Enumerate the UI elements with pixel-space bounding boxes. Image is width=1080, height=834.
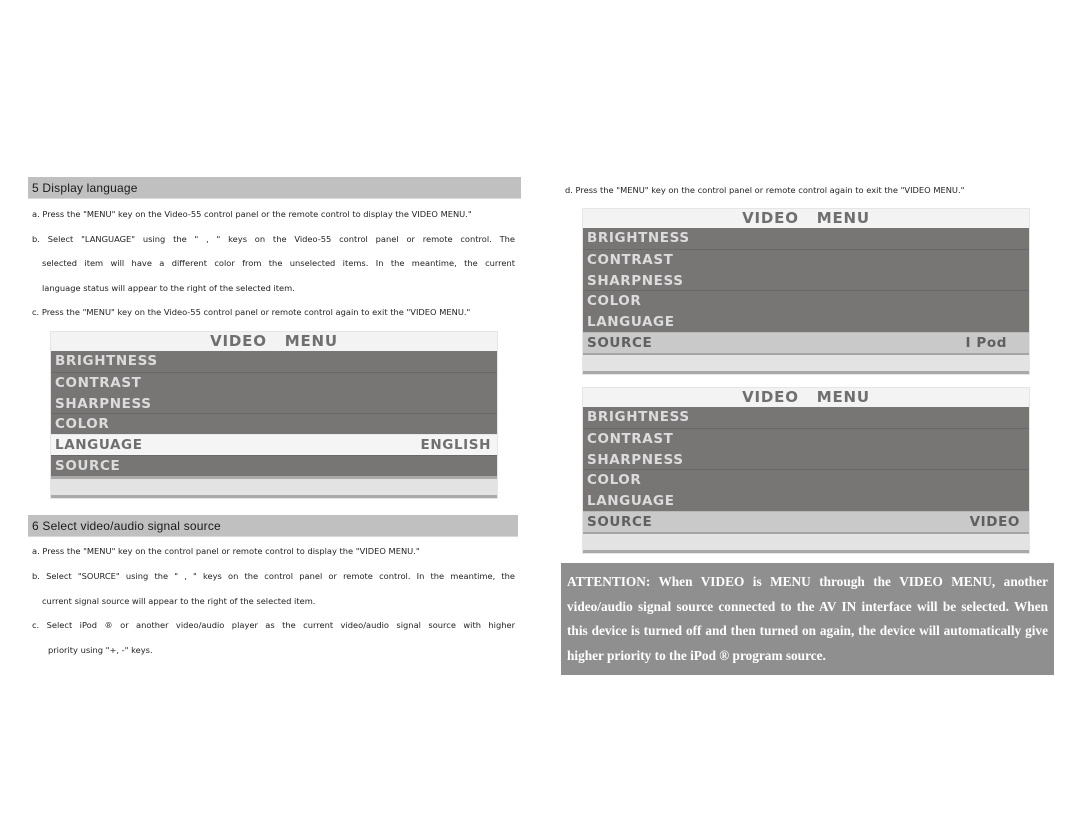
section-header-display-language: 5 Display language: [28, 177, 521, 199]
menu-item-sharpness[interactable]: SHARPNESS: [583, 269, 1029, 291]
step-c-line2-source: priority using "+, -" keys.: [48, 645, 153, 655]
menu-item-color[interactable]: COLOR: [583, 290, 1029, 312]
menu-item-label: CONTRAST: [587, 430, 674, 447]
menu-item-label: BRIGHTNESS: [55, 353, 158, 369]
menu-item-color[interactable]: COLOR: [51, 413, 497, 435]
menu-item-source-selected[interactable]: SOURCE I Pod: [583, 331, 1029, 353]
video-menu-source-ipod: VIDEO MENU BRIGHTNESS CONTRAST SHARPNESS…: [582, 208, 1030, 375]
video-menu-language: VIDEO MENU BRIGHTNESS CONTRAST SHARPNESS…: [50, 331, 498, 499]
step-b-line2-source: current signal source will appear to the…: [42, 596, 316, 606]
attention-text: ATTENTION: When VIDEO is MENU through th…: [567, 574, 1048, 663]
menu-title: VIDEO MENU: [583, 209, 1029, 228]
menu-item-brightness[interactable]: BRIGHTNESS: [583, 228, 1029, 249]
section-title: 5 Display language: [32, 181, 138, 195]
menu-item-value-language: ENGLISH: [420, 437, 491, 454]
step-c-line1-source: c. Select iPod ® or another video/audio …: [32, 620, 515, 630]
menu-item-brightness[interactable]: BRIGHTNESS: [51, 351, 497, 372]
menu-item-contrast[interactable]: CONTRAST: [51, 371, 497, 393]
menu-item-contrast[interactable]: CONTRAST: [583, 248, 1029, 270]
menu-item-label: BRIGHTNESS: [587, 230, 690, 246]
menu-item-label: LANGUAGE: [587, 314, 675, 331]
video-menu-source-video: VIDEO MENU BRIGHTNESS CONTRAST SHARPNESS…: [582, 387, 1030, 554]
menu-item-language[interactable]: LANGUAGE: [583, 490, 1029, 511]
menu-item-label: SOURCE: [55, 457, 121, 474]
menu-item-label: COLOR: [587, 293, 642, 310]
menu-item-language[interactable]: LANGUAGE: [583, 311, 1029, 332]
menu-item-contrast[interactable]: CONTRAST: [583, 427, 1029, 449]
menu-item-sharpness[interactable]: SHARPNESS: [583, 448, 1029, 470]
menu-item-label: LANGUAGE: [587, 493, 675, 510]
menu-item-label: CONTRAST: [587, 251, 674, 268]
attention-note: ATTENTION: When VIDEO is MENU through th…: [561, 563, 1054, 675]
step-a-signal-source: a. Press the "MENU" key on the control p…: [32, 546, 420, 556]
section-title: 6 Select video/audio signal source: [32, 519, 221, 533]
menu-item-label: COLOR: [55, 416, 110, 433]
menu-item-label: SHARPNESS: [587, 272, 684, 289]
menu-item-brightness[interactable]: BRIGHTNESS: [583, 407, 1029, 428]
menu-item-value-source: VIDEO: [969, 513, 1020, 530]
menu-item-label: BRIGHTNESS: [587, 409, 690, 425]
menu-item-language-selected[interactable]: LANGUAGE ENGLISH: [51, 434, 497, 455]
step-b-line1-source: b. Select "SOURCE" using the " , " keys …: [32, 571, 515, 581]
menu-title: VIDEO MENU: [583, 388, 1029, 407]
menu-item-color[interactable]: COLOR: [583, 469, 1029, 491]
step-c-display-language: c. Press the "MENU" key on the Video-55 …: [32, 307, 471, 317]
menu-item-label: SHARPNESS: [55, 395, 152, 412]
menu-item-label: LANGUAGE: [55, 437, 143, 454]
menu-footer: [51, 475, 497, 498]
step-b-line1: b. Select "LANGUAGE" using the " , " key…: [32, 234, 515, 244]
menu-item-label: SOURCE: [587, 334, 653, 351]
step-a-display-language: a. Press the "MENU" key on the Video-55 …: [32, 209, 472, 219]
section-header-signal-source: 6 Select video/audio signal source: [28, 515, 518, 537]
menu-item-source-selected[interactable]: SOURCE VIDEO: [583, 510, 1029, 532]
menu-item-label: SHARPNESS: [587, 451, 684, 468]
menu-item-sharpness[interactable]: SHARPNESS: [51, 392, 497, 414]
menu-title: VIDEO MENU: [51, 332, 497, 351]
menu-item-label: CONTRAST: [55, 374, 142, 391]
step-b-line3: language status will appear to the right…: [42, 283, 295, 293]
step-d-exit-menu: d. Press the "MENU" key on the control p…: [565, 185, 965, 195]
menu-footer: [583, 352, 1029, 374]
menu-item-source[interactable]: SOURCE: [51, 454, 497, 476]
menu-footer: [583, 531, 1029, 553]
step-b-line2: selected item will have a different colo…: [42, 258, 515, 268]
menu-item-label: COLOR: [587, 472, 642, 489]
menu-item-value-source: I Pod: [965, 334, 1007, 351]
menu-item-label: SOURCE: [587, 513, 653, 530]
